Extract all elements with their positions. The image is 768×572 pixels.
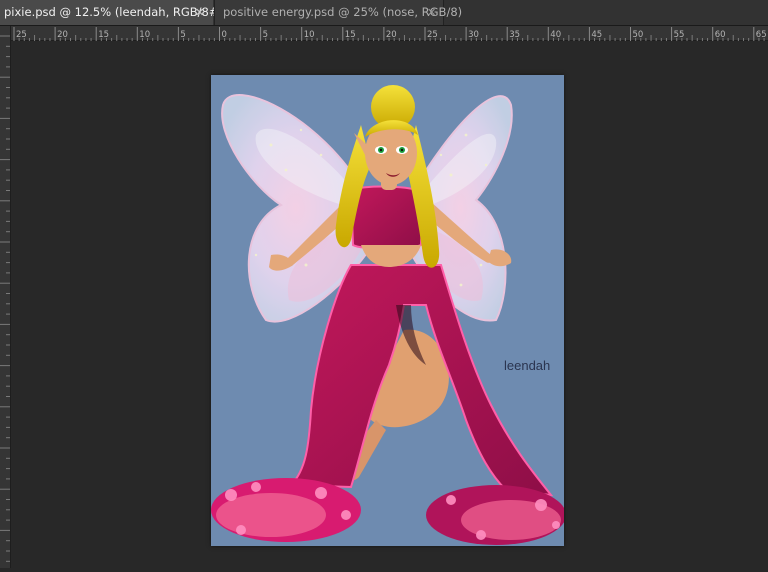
ruler-label: 35 [509,30,520,40]
ruler-label: 50 [633,30,644,40]
artist-signature: leendah [504,358,550,373]
vertical-ruler[interactable] [0,26,11,568]
ruler-label: 15 [98,30,109,40]
ruler-label: 5 [180,30,185,40]
close-icon[interactable]: ✕ [195,0,204,25]
ruler-label: 45 [591,30,602,40]
horizontal-ruler[interactable]: 25 20 15 10 5 0 5 10 15 20 25 30 35 40 45 50 55 60 65 [10,26,768,41]
close-icon[interactable]: ✕ [427,0,436,25]
tab-pixie[interactable]: pixie.psd @ 12.5% (leendah, RGB/8#) * ✕ [0,0,232,25]
ruler-label: 25 [16,30,27,40]
document-tab-bar: pixie.psd @ 12.5% (leendah, RGB/8#) * ✕ … [0,0,768,26]
document-canvas[interactable]: leendah [211,75,564,546]
ruler-label: 40 [550,30,561,40]
vertical-ruler-ticks [0,35,10,562]
ruler-label: 25 [427,30,438,40]
ruler-label: 60 [715,30,726,40]
ruler-label: 10 [304,30,315,40]
pixie-artwork: leendah [211,85,564,545]
horizontal-ruler-ticks: 25 20 15 10 5 0 5 10 15 20 25 30 35 40 45 50 55 60 65 [13,27,767,41]
ruler-label: 65 [756,30,767,40]
ruler-label: 20 [57,30,68,40]
ruler-label: 5 [263,30,268,40]
ruler-label: 30 [468,30,479,40]
ruler-label: 0 [222,30,227,40]
ruler-label: 20 [386,30,397,40]
ruler-label: 55 [674,30,685,40]
tab-positive-energy[interactable]: positive energy.psd @ 25% (nose, RGB/8) … [214,0,462,25]
flower-clusters [211,478,564,545]
ruler-label: 10 [139,30,150,40]
ruler-label: 15 [345,30,356,40]
